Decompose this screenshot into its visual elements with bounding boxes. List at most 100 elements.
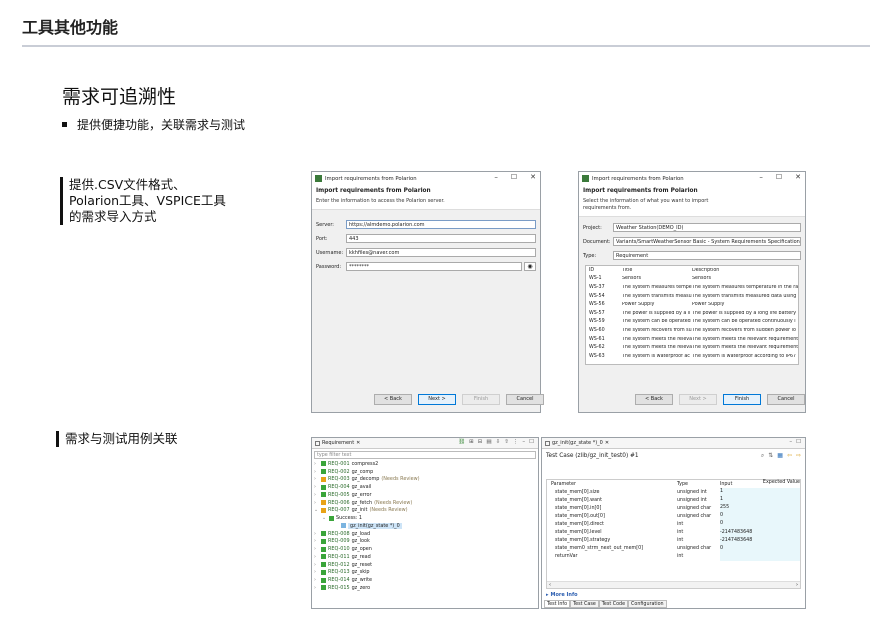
tree-expand-icon[interactable]: › [314,538,319,544]
table-row[interactable]: WS-59 The system can be operated The syste… [586,318,798,327]
table-row[interactable]: WS-62 The system meets the releva The syst… [586,343,798,352]
tree-item[interactable]: › REQ-012 gz_reset [312,561,538,569]
table-cell[interactable] [720,552,763,561]
tree-expand-icon[interactable]: › [314,476,319,482]
tree-expand-icon[interactable]: › [314,484,319,490]
finish-button[interactable]: Finish [723,394,761,405]
link-icon[interactable]: ⛓ [458,439,465,445]
type-select[interactable]: Requirement [613,251,801,260]
maximize-icon[interactable]: ☐ [776,173,782,181]
expected-value-cell[interactable] [763,520,800,529]
export-icon[interactable]: ⇧ [504,439,509,445]
table-icon[interactable]: ▦ [777,452,783,460]
column-header[interactable]: ID [586,268,622,273]
tree-item[interactable]: › REQ-011 gz_read [312,553,538,561]
tree-expand-icon[interactable]: › [314,585,319,591]
tree-item[interactable]: › REQ-009 gz_look [312,538,538,546]
next-arrow-icon[interactable]: ⇨ [796,452,801,460]
tree-expand-icon[interactable]: › [314,562,319,568]
tree-item[interactable]: ⌄ Success: 1 [312,514,538,522]
expected-value-cell[interactable] [763,496,800,505]
column-header[interactable]: Type [677,482,720,487]
tree-expand-icon[interactable]: › [314,546,319,552]
username-input[interactable]: kkhfiles@naver.com [346,248,536,257]
table-row[interactable]: WS-1 Sensors Sensors [586,275,798,284]
column-header[interactable]: Parameter [547,482,677,487]
table-cell[interactable]: 0 [720,544,763,553]
back-button[interactable]: < Back [374,394,412,405]
prev-arrow-icon[interactable]: ⇦ [787,452,792,460]
document-select[interactable]: Variants/SmartWeatherSensor Basic - Syst… [613,237,801,246]
search-icon[interactable]: ⌕ [761,452,764,460]
close-tab-icon[interactable]: ✕ [605,440,609,446]
table-cell[interactable]: 0 [720,512,763,521]
table-row[interactable]: state_mem0_strm_next_out_mem[0] unsigned … [547,544,800,553]
table-row[interactable]: state_mem[0].level int -2147483648 [547,528,800,537]
table-row[interactable]: state_mem[0].want unsigned int 1 [547,496,800,505]
project-select[interactable]: Weather Station(DEMO_ID) [613,223,801,232]
bottom-tab[interactable]: Test Case [570,600,599,608]
minimize-icon[interactable]: – [789,439,792,445]
password-input[interactable]: ******** [346,262,522,271]
close-tab-icon[interactable]: ✕ [356,440,360,446]
next-button[interactable]: Next > [679,394,717,405]
test-tab[interactable]: gz_init(gz_state *)_0 ✕ [545,440,609,446]
column-header[interactable]: Expected Value [762,480,800,489]
minimize-icon[interactable]: – [494,173,498,181]
table-cell[interactable]: 255 [720,504,763,513]
expected-value-cell[interactable] [763,552,800,561]
tree-expand-icon[interactable]: › [314,569,319,575]
table-cell[interactable]: 1 [720,496,763,505]
server-input[interactable]: https://almdemo.polarion.com [346,220,536,229]
bottom-tab[interactable]: Test Info [544,600,571,608]
maximize-icon[interactable]: ☐ [529,439,534,445]
table-row[interactable]: WS-37 The system measures tempe The system… [586,283,798,292]
bottom-tab[interactable]: Test Code [598,600,629,608]
table-row[interactable]: WS-54 The system transmits measu The syste… [586,292,798,301]
tree-expand-icon[interactable]: › [314,500,319,506]
table-row[interactable]: returnVar int [547,552,800,561]
tree-expand-icon[interactable]: › [314,531,319,537]
tree-item[interactable]: › REQ-003 gz_decomp (Needs Review) [312,476,538,484]
scroll-right-icon[interactable]: › [796,582,798,588]
tree-item[interactable]: gz_init(gz_state *)_0 [312,522,538,530]
horizontal-scrollbar[interactable]: ‹ › [547,581,800,588]
scroll-left-icon[interactable]: ‹ [549,582,551,588]
table-cell[interactable]: -2147483648 [720,536,763,545]
show-password-icon[interactable]: ◉ [524,262,536,271]
table-row[interactable]: state_mem[0].out[0] unsigned char 0 [547,512,800,521]
table-cell[interactable]: -2147483648 [720,528,763,537]
close-icon[interactable]: ✕ [530,173,536,181]
expand-all-icon[interactable]: ⊞ [469,439,474,445]
filter-input[interactable]: type filter text [314,451,536,459]
tree-item[interactable]: › REQ-008 gz_load [312,530,538,538]
tree-item[interactable]: › REQ-015 gz_zero [312,584,538,592]
table-row[interactable]: WS-60 The system recovers from su The syst… [586,326,798,335]
expected-value-cell[interactable] [763,536,800,545]
tree-item[interactable]: › REQ-001 compress2 [312,460,538,468]
expected-value-cell[interactable] [763,488,800,497]
next-button[interactable]: Next > [418,394,456,405]
table-row[interactable]: state_mem[0].in[0] unsigned char 255 [547,504,800,513]
expected-value-cell[interactable] [763,528,800,537]
column-header[interactable]: Input [720,482,763,487]
sort-icon[interactable]: ⇅ [768,452,773,460]
cancel-button[interactable]: Cancel [506,394,544,405]
column-header[interactable]: Description [692,268,798,273]
back-button[interactable]: < Back [635,394,673,405]
port-input[interactable]: 443 [346,234,536,243]
table-row[interactable]: WS-63 The system is waterproof ac The syst… [586,352,798,361]
tree-item[interactable]: › REQ-002 gz_comp [312,468,538,476]
tree-expand-icon[interactable]: ⌄ [322,515,327,521]
expected-value-cell[interactable] [763,504,800,513]
maximize-icon[interactable]: ☐ [796,439,801,445]
table-row[interactable]: WS-56 Power Supply Power Supply [586,300,798,309]
table-row[interactable]: WS-57 The power is supplied by a li The po… [586,309,798,318]
minimize-icon[interactable]: – [522,439,525,445]
tree-item[interactable]: › REQ-013 gz_skip [312,569,538,577]
tree-item[interactable]: › REQ-010 gz_open [312,545,538,553]
column-header[interactable]: Title [622,268,692,273]
view-menu-icon[interactable]: ⋮ [513,439,519,445]
tree-expand-icon[interactable]: › [314,492,319,498]
table-row[interactable]: WS-61 The system meets the releva The syst… [586,335,798,344]
